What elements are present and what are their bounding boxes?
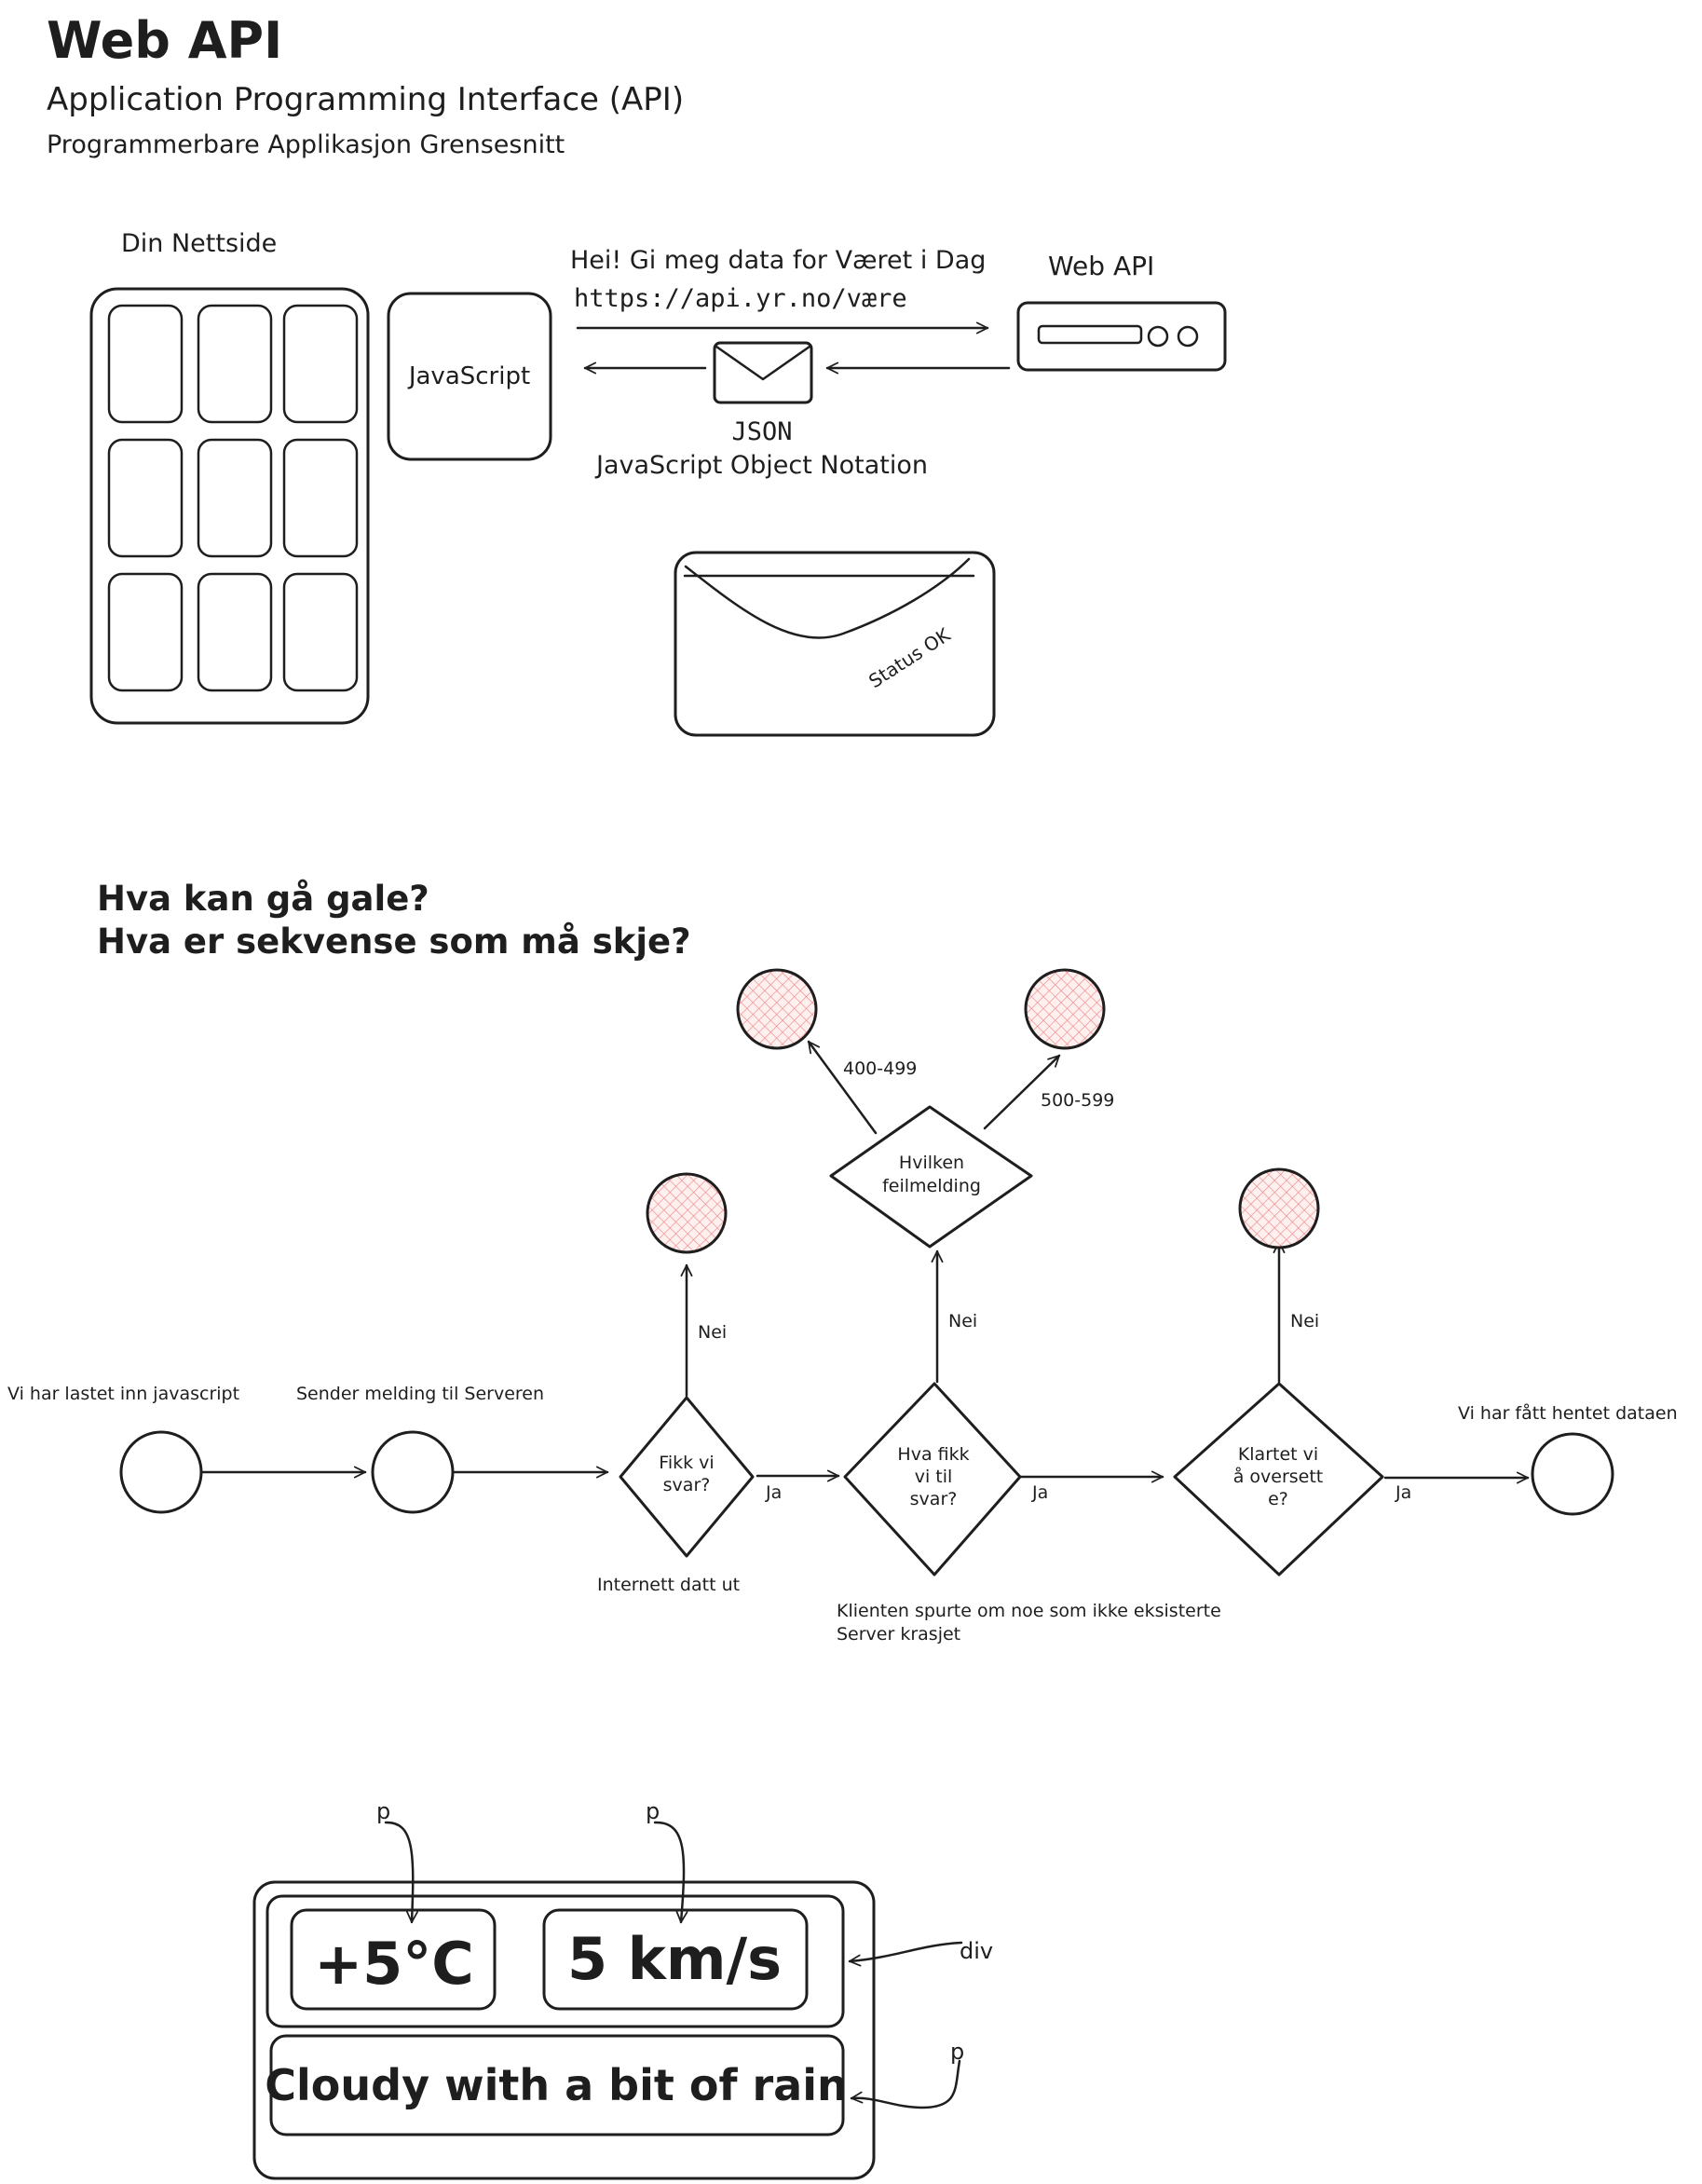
decision-2-no-label: Nei: [948, 1311, 977, 1331]
json-title: JSON: [731, 417, 792, 446]
javascript-label: JavaScript: [407, 362, 530, 390]
small-envelope-icon: [713, 341, 813, 404]
div-arrow: [848, 1941, 963, 1967]
decision-got-response: Fikk vi svar?: [619, 1396, 755, 1558]
website-label: Din Nettside: [121, 229, 277, 258]
note-server-crash: Server krasjet: [837, 1624, 960, 1645]
client-error-arrow: [807, 1040, 878, 1135]
decision-2-line-1: Hva fikk: [897, 1444, 969, 1465]
decision-3-no-label: Nei: [1290, 1311, 1319, 1331]
server-error-code-label: 500-599: [1041, 1090, 1114, 1111]
p-arrow-description: [850, 2059, 961, 2109]
start-node: [119, 1430, 203, 1514]
large-envelope-icon: Status OK: [674, 551, 996, 737]
p-annotation-description: p: [950, 2039, 964, 2065]
whiteboard-canvas: Web API Application Programming Interfac…: [7, 11, 1678, 2180]
page-subtitle-norwegian: Programmerbare Applikasjon Grensesnitt: [47, 130, 565, 159]
request-url: https://api.yr.no/være: [574, 284, 907, 313]
note-internet-down: Internett datt ut: [597, 1575, 740, 1595]
send-label: Sender melding til Serveren: [296, 1384, 544, 1404]
request-text: Hei! Gi meg data for Været i Dag: [570, 246, 986, 275]
error-decision-line-2: feilmelding: [882, 1176, 981, 1196]
error-node-parse: [1238, 1167, 1320, 1249]
weather-widget: +5°C 5 km/s Cloudy with a bit of rain: [252, 1880, 876, 2180]
decision-1-yes-label: Ja: [765, 1482, 782, 1503]
error-node-no-response: [646, 1172, 728, 1254]
weather-description: Cloudy with a bit of rain: [265, 2060, 847, 2110]
envelope-stamp: Status OK: [865, 623, 955, 692]
decision-3-line-1: Klartet vi: [1238, 1444, 1318, 1465]
p-annotation-temperature: p: [376, 1798, 390, 1824]
p-arrow-wind: [653, 1821, 688, 1924]
temperature-value: +5°C: [314, 1930, 474, 1998]
p-arrow-temperature: [384, 1821, 418, 1924]
question-line-1: Hva kan gå gale?: [97, 879, 429, 919]
decision-1-line-2: svar?: [663, 1475, 711, 1495]
server-icon: [1016, 301, 1227, 372]
decision-3-line-3: e?: [1268, 1489, 1288, 1509]
note-client-error: Klienten spurte om noe som ikke eksister…: [837, 1601, 1221, 1621]
decision-3-yes-label: Ja: [1395, 1482, 1411, 1503]
start-label: Vi har lastet inn javascript: [7, 1384, 239, 1404]
error-decision-line-1: Hvilken: [899, 1153, 964, 1173]
javascript-box: JavaScript: [387, 292, 552, 461]
decision-which-error: Hvilken feilmelding: [829, 1105, 1033, 1249]
end-node: [1531, 1432, 1614, 1516]
json-subtitle: JavaScript Object Notation: [594, 451, 928, 480]
page-subtitle: Application Programming Interface (API): [47, 81, 684, 118]
end-label: Vi har fått hentet dataen: [1458, 1402, 1678, 1424]
p-annotation-wind: p: [646, 1798, 660, 1824]
decision-2-yes-label: Ja: [1031, 1482, 1048, 1503]
div-annotation: div: [960, 1938, 993, 1964]
page-title: Web API: [47, 11, 282, 70]
send-node: [371, 1430, 455, 1514]
wind-value: 5 km/s: [567, 1925, 782, 1993]
website-phone-mockup: [89, 287, 370, 725]
decision-parse-success: Klartet vi å oversett e?: [1173, 1382, 1384, 1577]
decision-what-response: Hva fikk vi til svar?: [843, 1382, 1022, 1577]
decision-2-line-3: svar?: [910, 1489, 958, 1509]
error-node-server: [1024, 968, 1106, 1050]
decision-1-line-1: Fikk vi: [659, 1453, 714, 1473]
error-node-client: [736, 968, 818, 1050]
web-api-label: Web API: [1048, 251, 1154, 281]
decision-1-no-label: Nei: [698, 1322, 727, 1343]
question-line-2: Hva er sekvense som må skje?: [97, 921, 691, 962]
client-error-code-label: 400-499: [843, 1058, 917, 1079]
decision-2-line-2: vi til: [915, 1467, 953, 1487]
decision-3-line-2: å oversett: [1233, 1466, 1324, 1487]
